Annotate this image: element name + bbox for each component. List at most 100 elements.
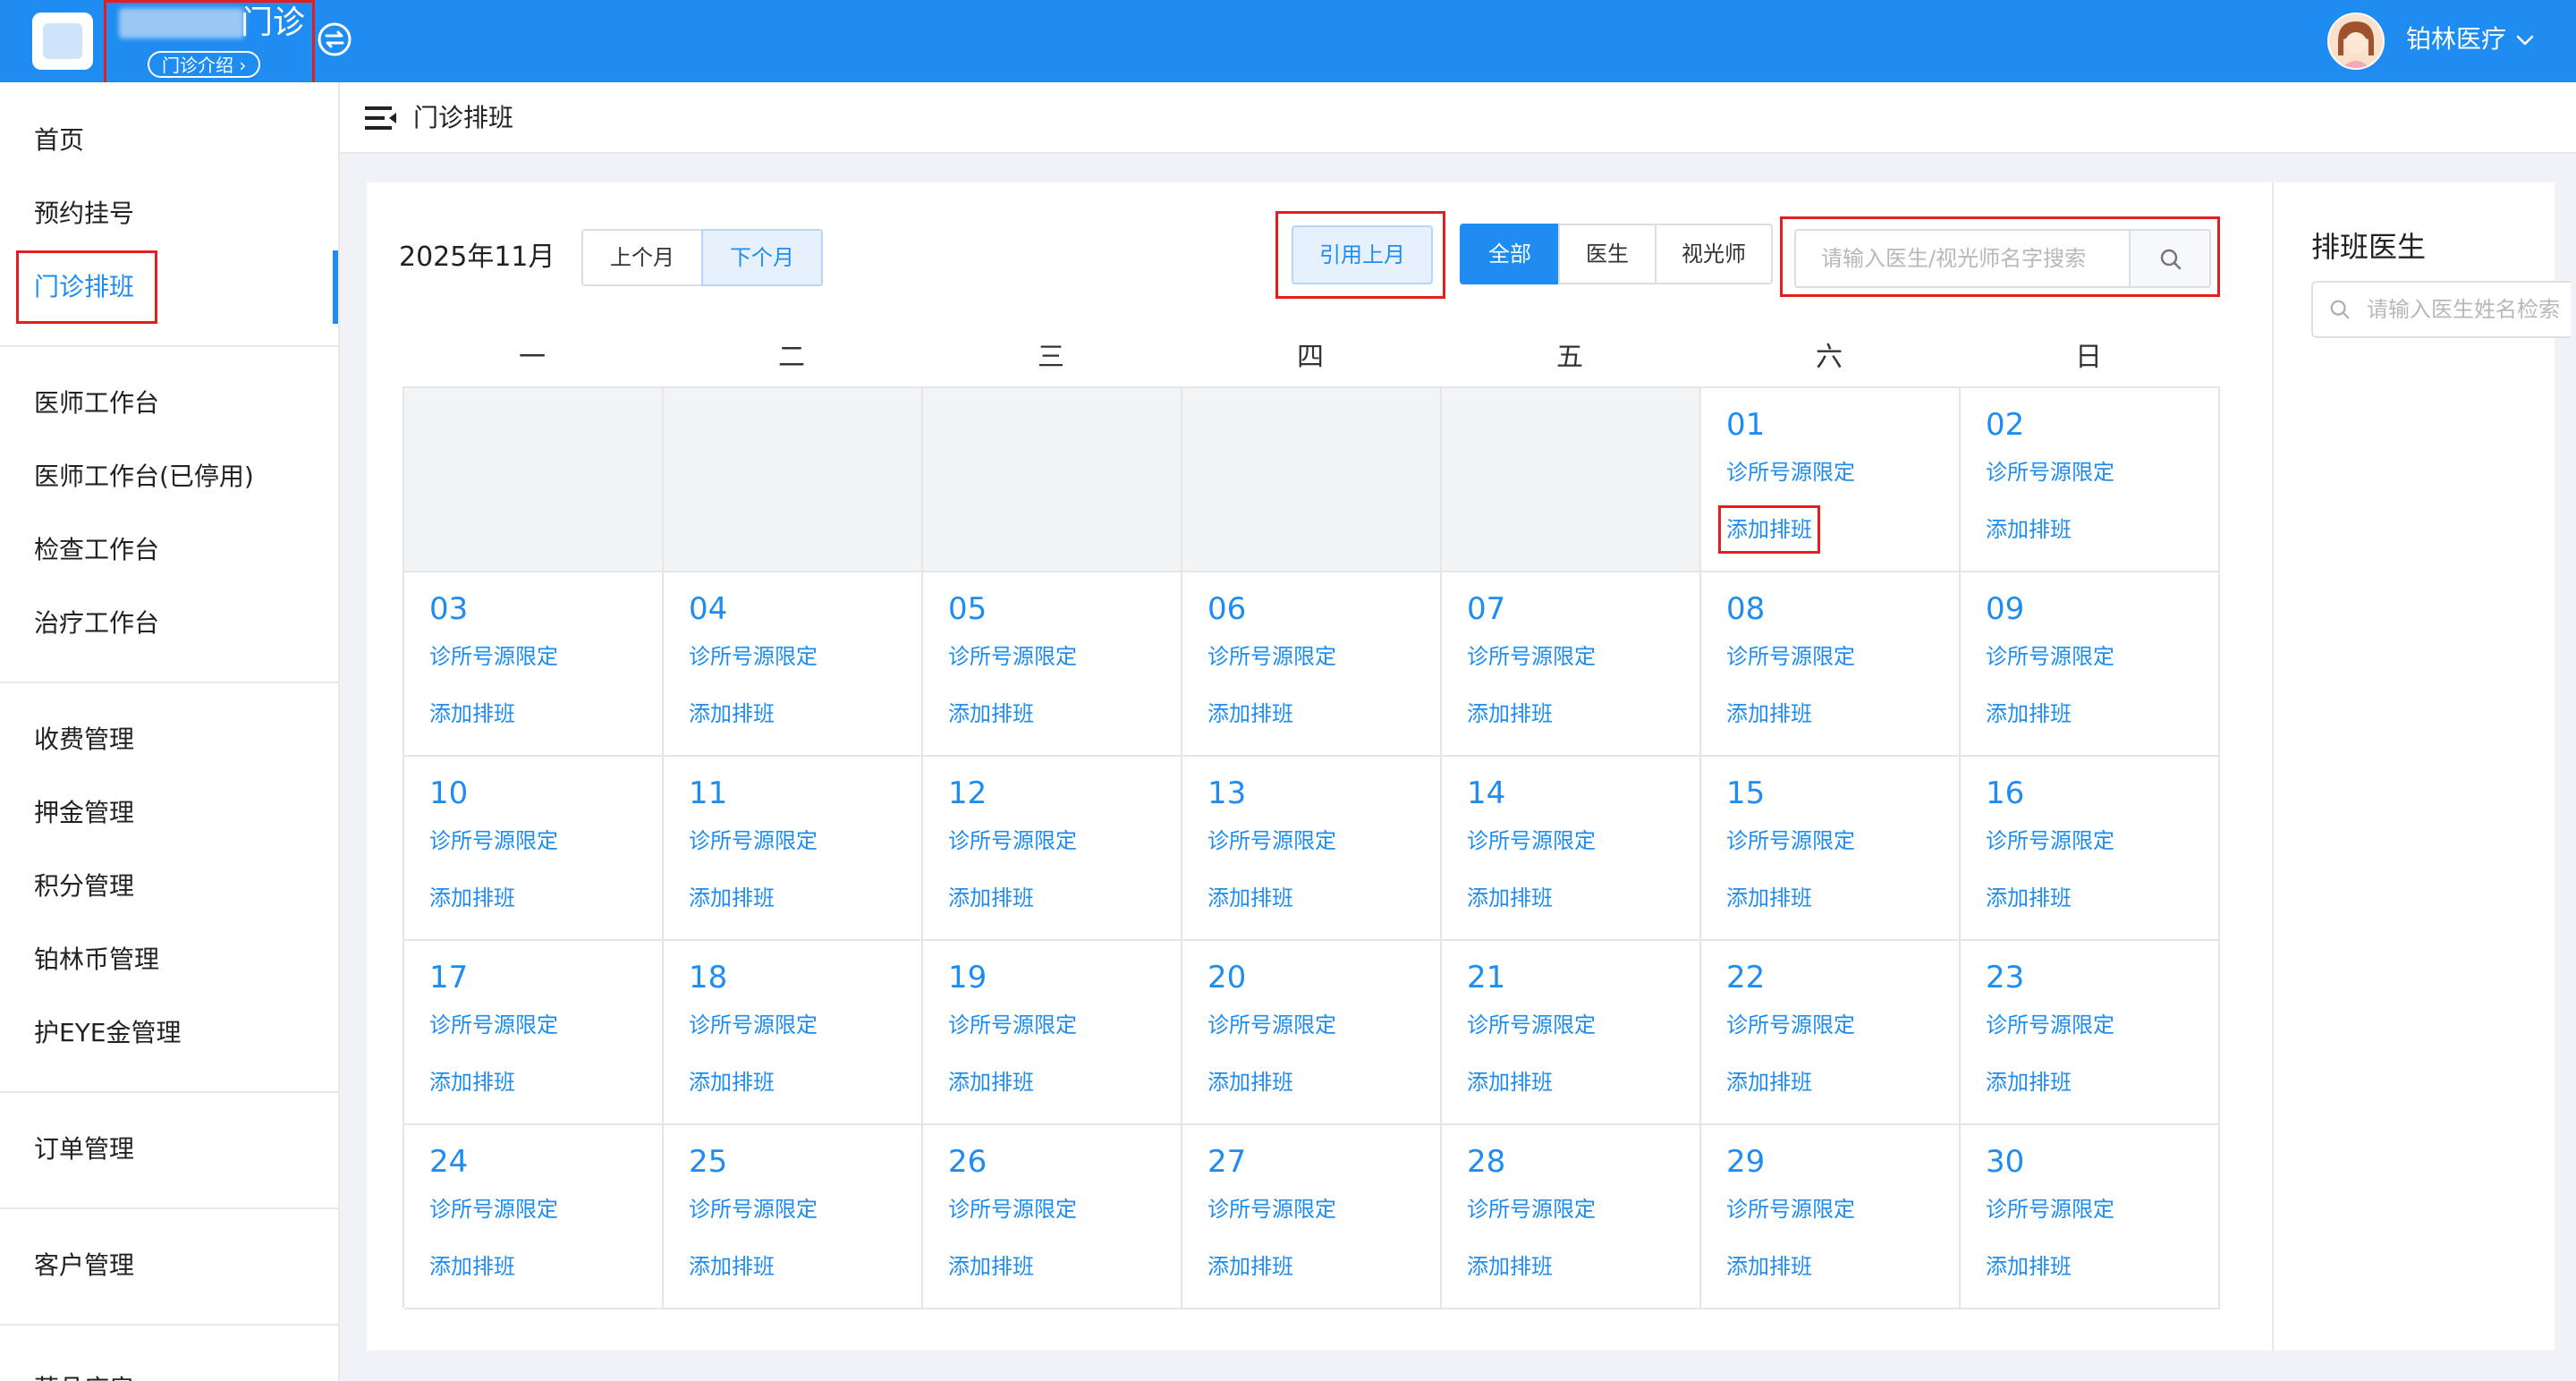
- quota-limit-link[interactable]: 诊所号源限定: [1986, 1193, 2114, 1225]
- sidebar-item-exam-workbench[interactable]: 检查工作台: [0, 513, 338, 587]
- day-number: 01: [1726, 407, 1766, 443]
- quota-limit-link[interactable]: 诊所号源限定: [1726, 825, 1855, 857]
- quota-limit-link[interactable]: 诊所号源限定: [1467, 1193, 1596, 1225]
- switch-icon[interactable]: [317, 21, 352, 57]
- add-schedule-link[interactable]: 添加排班: [1726, 1066, 1812, 1098]
- sidebar-item-home[interactable]: 首页: [0, 104, 338, 177]
- quota-limit-link[interactable]: 诊所号源限定: [429, 640, 558, 673]
- quota-limit-link[interactable]: 诊所号源限定: [948, 1193, 1077, 1225]
- sidebar-item-billing[interactable]: 收费管理: [0, 703, 338, 776]
- sidebar-item-treatment-workbench[interactable]: 治疗工作台: [0, 587, 338, 660]
- add-schedule-link[interactable]: 添加排班: [1467, 1066, 1553, 1098]
- sidebar-item-orders[interactable]: 订单管理: [0, 1113, 338, 1186]
- sidebar-item-eye-fund[interactable]: 护EYE金管理: [0, 996, 338, 1070]
- add-schedule-link[interactable]: 添加排班: [1208, 698, 1293, 730]
- sidebar-item-doctor-workbench-old[interactable]: 医师工作台(已停用): [0, 440, 338, 513]
- add-schedule-link[interactable]: 添加排班: [1726, 1250, 1812, 1283]
- prev-month-button[interactable]: 上个月: [581, 229, 703, 286]
- add-schedule-link[interactable]: 添加排班: [1208, 1066, 1293, 1098]
- sidebar-item-coins[interactable]: 铂林币管理: [0, 923, 338, 996]
- staff-search-input[interactable]: [1794, 229, 2131, 288]
- day-number: 13: [1208, 775, 1247, 811]
- day-number: 06: [1208, 591, 1247, 627]
- add-schedule-link[interactable]: 添加排班: [1726, 882, 1812, 914]
- quota-limit-link[interactable]: 诊所号源限定: [1467, 825, 1596, 857]
- add-schedule-link[interactable]: 添加排班: [689, 698, 775, 730]
- filter-doctor-tab[interactable]: 医生: [1558, 224, 1657, 284]
- quota-limit-link[interactable]: 诊所号源限定: [1467, 640, 1596, 673]
- add-schedule-link[interactable]: 添加排班: [948, 1250, 1034, 1283]
- add-schedule-link[interactable]: 添加排班: [429, 698, 515, 730]
- add-schedule-link[interactable]: 添加排班: [1718, 505, 1820, 554]
- add-schedule-link[interactable]: 添加排班: [429, 882, 515, 914]
- avatar[interactable]: [2327, 13, 2385, 70]
- next-month-button[interactable]: 下个月: [701, 229, 823, 286]
- add-schedule-link[interactable]: 添加排班: [1208, 882, 1293, 914]
- calendar-day-cell: 09 诊所号源限定 添加排班: [1961, 572, 2220, 757]
- add-schedule-link[interactable]: 添加排班: [689, 1066, 775, 1098]
- add-schedule-link[interactable]: 添加排班: [1467, 698, 1553, 730]
- quota-limit-link[interactable]: 诊所号源限定: [689, 1009, 818, 1041]
- add-schedule-link[interactable]: 添加排班: [1986, 513, 2072, 546]
- sidebar-item-points[interactable]: 积分管理: [0, 850, 338, 923]
- add-schedule-link[interactable]: 添加排班: [1726, 698, 1812, 730]
- quota-limit-link[interactable]: 诊所号源限定: [948, 1009, 1077, 1041]
- add-schedule-link[interactable]: 添加排班: [429, 1250, 515, 1283]
- add-schedule-link[interactable]: 添加排班: [689, 882, 775, 914]
- search-button[interactable]: [2129, 229, 2211, 288]
- quota-limit-link[interactable]: 诊所号源限定: [1986, 456, 2114, 488]
- calendar-day-cell: 07 诊所号源限定 添加排班: [1442, 572, 1701, 757]
- weekday-header: 一二三四五六日: [402, 331, 2218, 385]
- copy-last-month-button[interactable]: 引用上月: [1292, 225, 1433, 284]
- quota-limit-link[interactable]: 诊所号源限定: [1986, 825, 2114, 857]
- quota-limit-link[interactable]: 诊所号源限定: [1726, 1193, 1855, 1225]
- calendar-day-cell: 27 诊所号源限定 添加排班: [1182, 1125, 1442, 1309]
- filter-all-tab[interactable]: 全部: [1460, 224, 1560, 284]
- add-schedule-link[interactable]: 添加排班: [1986, 1250, 2072, 1283]
- clinic-intro-button[interactable]: 门诊介绍 ›: [148, 51, 261, 78]
- add-schedule-link[interactable]: 添加排班: [948, 698, 1034, 730]
- sidebar-item-deposit[interactable]: 押金管理: [0, 776, 338, 850]
- add-schedule-link[interactable]: 添加排班: [1208, 1250, 1293, 1283]
- quota-limit-link[interactable]: 诊所号源限定: [1726, 640, 1855, 673]
- calendar-day-cell: 12 诊所号源限定 添加排班: [923, 757, 1182, 941]
- quota-limit-link[interactable]: 诊所号源限定: [689, 640, 818, 673]
- quota-limit-link[interactable]: 诊所号源限定: [1726, 456, 1855, 488]
- add-schedule-link[interactable]: 添加排班: [689, 1250, 775, 1283]
- sidebar-item-pharmacy[interactable]: 药品库房: [0, 1352, 338, 1381]
- add-schedule-link[interactable]: 添加排班: [948, 882, 1034, 914]
- quota-limit-link[interactable]: 诊所号源限定: [1986, 640, 2114, 673]
- clinic-info[interactable]: 门诊 门诊介绍 ›: [104, 0, 315, 93]
- add-schedule-link[interactable]: 添加排班: [429, 1066, 515, 1098]
- weekday-label: 六: [1816, 342, 1843, 373]
- quota-limit-link[interactable]: 诊所号源限定: [1726, 1009, 1855, 1041]
- quota-limit-link[interactable]: 诊所号源限定: [689, 825, 818, 857]
- menu-collapse-icon[interactable]: [365, 106, 397, 131]
- quota-limit-link[interactable]: 诊所号源限定: [689, 1193, 818, 1225]
- quota-limit-link[interactable]: 诊所号源限定: [1208, 1193, 1336, 1225]
- quota-limit-link[interactable]: 诊所号源限定: [1986, 1009, 2114, 1041]
- quota-limit-link[interactable]: 诊所号源限定: [429, 825, 558, 857]
- quota-limit-link[interactable]: 诊所号源限定: [429, 1009, 558, 1041]
- sidebar-item-appointment[interactable]: 预约挂号: [0, 177, 338, 250]
- add-schedule-link[interactable]: 添加排班: [948, 1066, 1034, 1098]
- add-schedule-link[interactable]: 添加排班: [1986, 1066, 2072, 1098]
- add-schedule-link[interactable]: 添加排班: [1467, 1250, 1553, 1283]
- day-number: 21: [1467, 960, 1506, 996]
- add-schedule-link[interactable]: 添加排班: [1986, 698, 2072, 730]
- quota-limit-link[interactable]: 诊所号源限定: [429, 1193, 558, 1225]
- add-schedule-link[interactable]: 添加排班: [1467, 882, 1553, 914]
- day-number: 24: [429, 1144, 469, 1180]
- quota-limit-link[interactable]: 诊所号源限定: [1467, 1009, 1596, 1041]
- quota-limit-link[interactable]: 诊所号源限定: [1208, 1009, 1336, 1041]
- chevron-down-icon[interactable]: [2515, 30, 2535, 50]
- quota-limit-link[interactable]: 诊所号源限定: [948, 640, 1077, 673]
- add-schedule-link[interactable]: 添加排班: [1986, 882, 2072, 914]
- sidebar-item-customers[interactable]: 客户管理: [0, 1229, 338, 1302]
- sidebar-item-doctor-workbench[interactable]: 医师工作台: [0, 367, 338, 440]
- quota-limit-link[interactable]: 诊所号源限定: [1208, 825, 1336, 857]
- quota-limit-link[interactable]: 诊所号源限定: [948, 825, 1077, 857]
- filter-optometrist-tab[interactable]: 视光师: [1655, 224, 1773, 284]
- quota-limit-link[interactable]: 诊所号源限定: [1208, 640, 1336, 673]
- user-name[interactable]: 铂林医疗: [2406, 21, 2506, 57]
